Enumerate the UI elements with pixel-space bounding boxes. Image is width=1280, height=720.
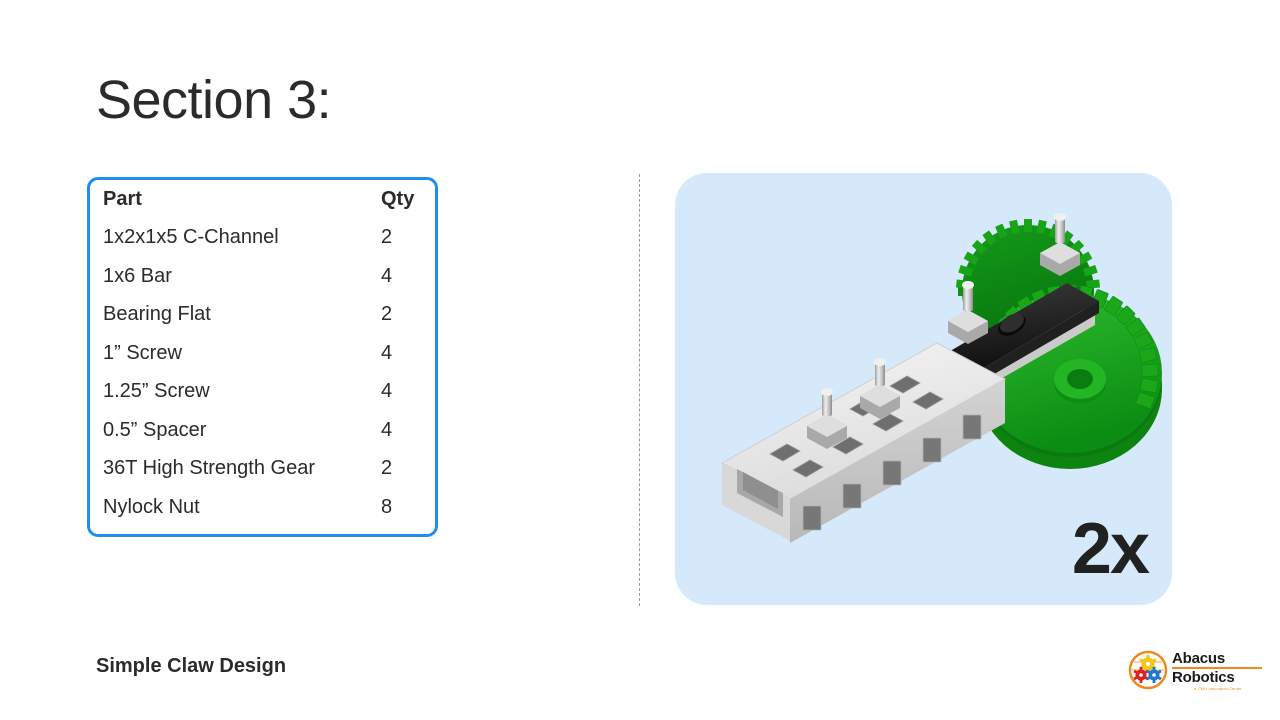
footer-title: Simple Claw Design — [96, 655, 287, 677]
table-row: 36T High Strength Gear 2 — [90, 450, 435, 489]
table-row: 1.25” Screw 4 — [90, 373, 435, 412]
part-qty: 8 — [381, 495, 393, 518]
assembly-image-panel: 2x — [675, 173, 1172, 605]
logo-tagline: a CMU Innovation Center — [1194, 686, 1242, 691]
parts-table-head: Part Qty — [90, 180, 435, 219]
quantity-multiplier: 2x — [1071, 509, 1150, 589]
table-row: 1” Screw 4 — [90, 334, 435, 373]
part-name: 1x2x1x5 C-Channel — [103, 226, 279, 249]
part-name: 0.5” Spacer — [103, 418, 207, 441]
table-row: 1x6 Bar 4 — [90, 257, 435, 296]
part-name: 1x6 Bar — [103, 264, 172, 287]
table-row: Nylock Nut 8 — [90, 488, 435, 527]
logo-line-2: Robotics — [1172, 669, 1235, 686]
table-row: Bearing Flat 2 — [90, 296, 435, 335]
brand-logo: Abacus Robotics a CMU Innovation Center — [1128, 648, 1264, 692]
part-name: 1” Screw — [103, 341, 182, 364]
parts-table: Part Qty 1x2x1x5 C-Channel 2 1x6 Bar 4 B… — [90, 180, 435, 527]
part-name: Nylock Nut — [103, 495, 200, 518]
table-header-row: Part Qty — [90, 180, 435, 219]
part-qty: 4 — [381, 264, 393, 287]
column-header-qty: Qty — [381, 187, 415, 210]
logo-line-1: Abacus — [1172, 650, 1225, 667]
part-qty: 4 — [381, 418, 393, 441]
part-qty: 2 — [381, 457, 393, 480]
slide-canvas: Section 3: Part Qty 1x2x1x5 C-Channel 2 … — [0, 0, 1280, 720]
part-qty: 2 — [381, 303, 393, 326]
abacus-gears-icon — [1128, 650, 1168, 690]
part-name: 36T High Strength Gear — [103, 457, 315, 480]
part-name: Bearing Flat — [103, 303, 211, 326]
part-qty: 2 — [381, 226, 393, 249]
logo-wordmark: Abacus Robotics a CMU Innovation Center — [1172, 651, 1264, 692]
part-name: 1.25” Screw — [103, 380, 210, 403]
parts-list-card: Part Qty 1x2x1x5 C-Channel 2 1x6 Bar 4 B… — [87, 177, 438, 537]
table-row: 0.5” Spacer 4 — [90, 411, 435, 450]
part-qty: 4 — [381, 380, 393, 403]
table-row: 1x2x1x5 C-Channel 2 — [90, 219, 435, 258]
c-channel — [720, 342, 1007, 543]
vertical-divider — [639, 174, 640, 606]
part-qty: 4 — [381, 341, 393, 364]
parts-table-body: 1x2x1x5 C-Channel 2 1x6 Bar 4 Bearing Fl… — [90, 219, 435, 527]
page-title: Section 3: — [96, 70, 332, 130]
column-header-part: Part — [103, 187, 142, 210]
